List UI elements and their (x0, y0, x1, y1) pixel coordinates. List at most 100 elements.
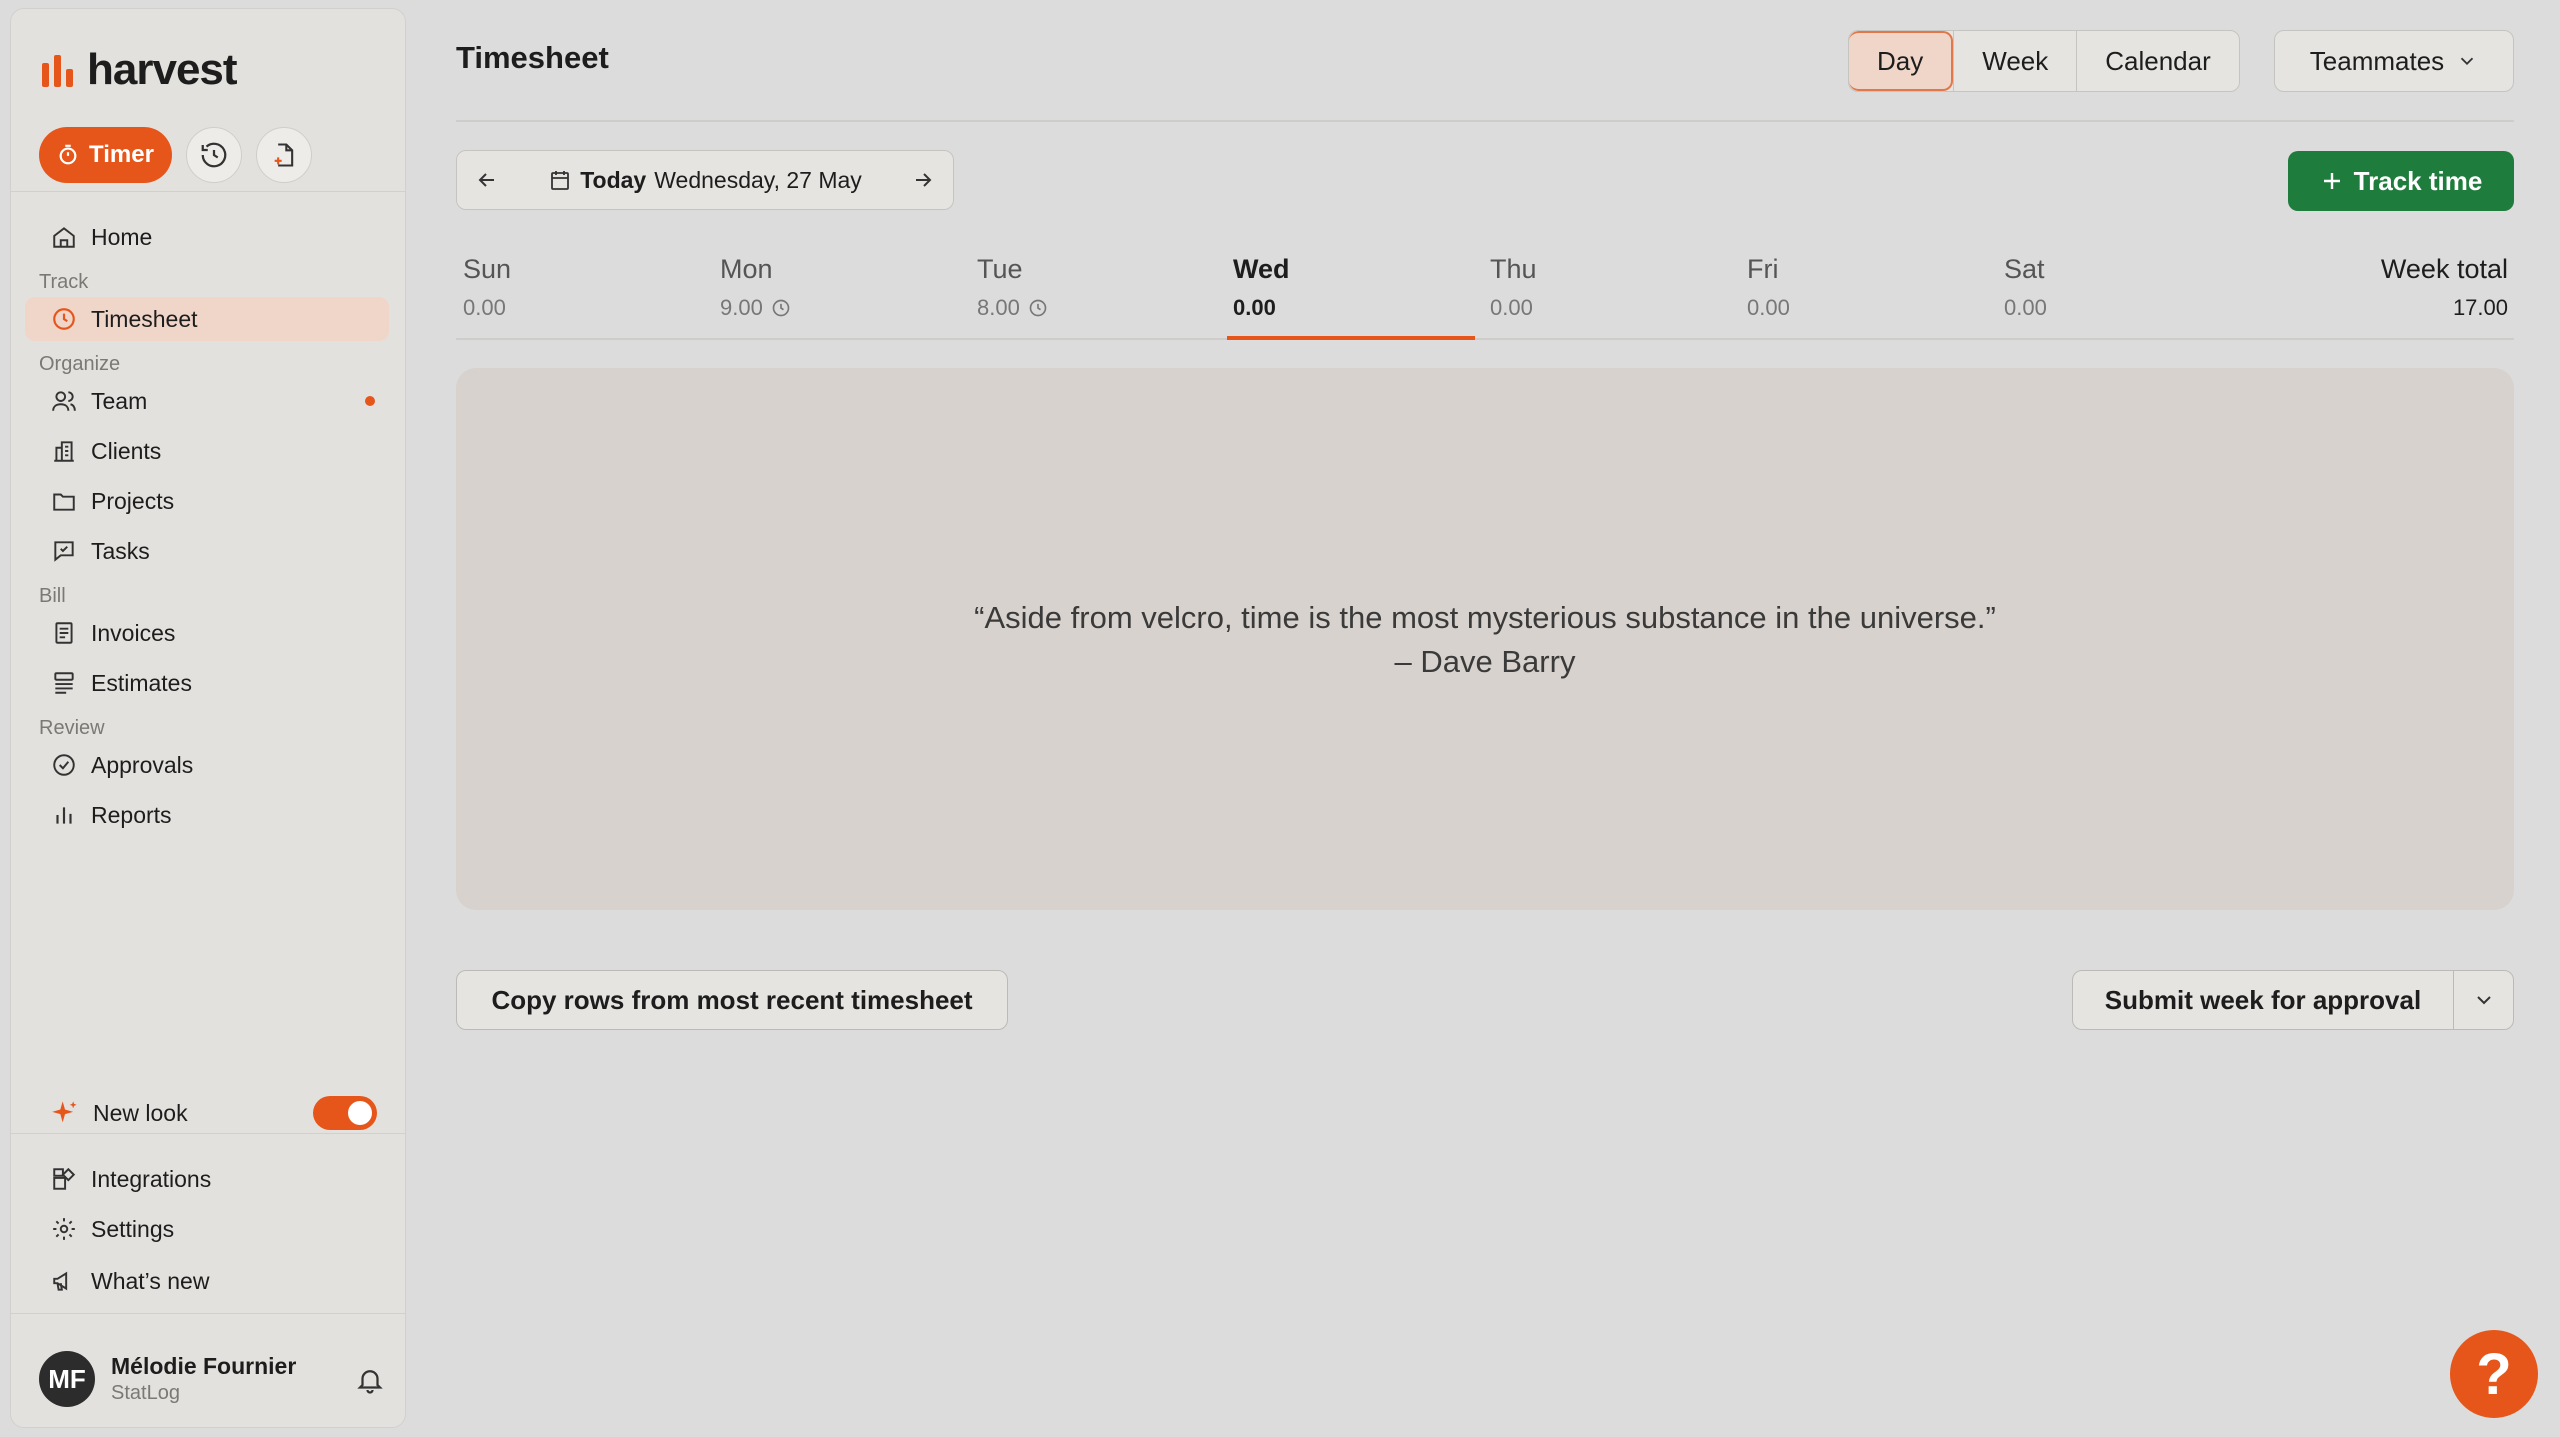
divider (11, 1133, 405, 1134)
megaphone-icon (53, 1271, 68, 1291)
quote-author: – Dave Barry (1394, 644, 1576, 679)
date-navigator: Today Wednesday, 27 May (456, 150, 954, 210)
sidebar-item-team[interactable]: Team (25, 379, 389, 423)
sidebar-item-label: Integrations (91, 1165, 212, 1192)
sidebar-item-estimates[interactable]: Estimates (25, 661, 389, 705)
section-review: Review (39, 717, 105, 739)
sparkle-icon (52, 1101, 77, 1123)
sidebar-item-timesheet[interactable]: Timesheet (25, 297, 389, 341)
track-time-label: Track time (2353, 165, 2483, 196)
harvest-logo[interactable]: harvest (41, 45, 238, 95)
day-tab-fri[interactable]: Fri 0.00 (1747, 254, 1790, 321)
divider (456, 338, 2514, 340)
quick-actions: Timer (39, 127, 312, 183)
arrow-right-icon (916, 173, 932, 187)
sidebar-item-label: Timesheet (91, 305, 198, 332)
week-total-hours: 17.00 (2452, 295, 2508, 320)
clock-icon (1029, 299, 1047, 317)
sidebar-item-invoices[interactable]: Invoices (25, 611, 389, 655)
previous-day-button[interactable] (457, 168, 517, 192)
day-name: Fri (1747, 254, 1779, 284)
sidebar-item-tasks[interactable]: Tasks (25, 529, 389, 573)
week-total: Week total 17.00 (2381, 254, 2508, 321)
recent-time-button[interactable] (185, 127, 242, 183)
selected-day-indicator (1227, 336, 1475, 340)
chevron-down-icon (2476, 996, 2491, 1005)
day-name: Thu (1490, 254, 1537, 284)
sidebar-item-label: Home (91, 223, 153, 250)
sidebar-item-label: Invoices (91, 619, 176, 646)
current-date: Wednesday, 27 May (654, 166, 862, 193)
home-icon (53, 227, 75, 248)
sidebar-item-approvals[interactable]: Approvals (25, 743, 389, 787)
check-circle-icon (53, 754, 75, 776)
arrow-left-icon (478, 173, 494, 187)
date-picker[interactable]: Today Wednesday, 27 May (517, 167, 893, 194)
clock-icon (772, 299, 790, 317)
day-hours: 9.00 (720, 295, 763, 320)
sidebar-item-home[interactable]: Home (25, 215, 389, 259)
day-hours: 8.00 (977, 295, 1020, 320)
sidebar-item-whats-new[interactable]: What’s new (25, 1259, 389, 1303)
day-tab-sat[interactable]: Sat 0.00 (2004, 254, 2047, 321)
day-name: Sat (2004, 254, 2045, 284)
sidebar-item-label: Reports (91, 801, 172, 828)
empty-state-quote: “Aside from velcro, time is the most mys… (456, 596, 2514, 684)
day-hours: 0.00 (463, 295, 506, 320)
integrations-icon (53, 1167, 76, 1190)
day-name: Wed (1233, 254, 1290, 284)
sidebar-item-label: Estimates (91, 669, 192, 696)
estimate-icon (54, 672, 74, 694)
notification-dot (365, 396, 375, 406)
sidebar: harvest Timer Home Track Timesheet Organ… (10, 8, 406, 1428)
sidebar-item-label: Clients (91, 437, 162, 464)
day-tab-thu[interactable]: Thu 0.00 (1490, 254, 1537, 321)
chevron-down-icon (2461, 57, 2474, 66)
sidebar-item-reports[interactable]: Reports (25, 793, 389, 837)
avatar: MF (39, 1351, 95, 1407)
sidebar-item-projects[interactable]: Projects (25, 479, 389, 523)
sidebar-item-label: Settings (91, 1215, 175, 1242)
sidebar-item-settings[interactable]: Settings (25, 1207, 389, 1251)
view-switcher: Day Week Calendar (1848, 30, 2240, 92)
day-tab-tue[interactable]: Tue 8.00 (977, 254, 1048, 321)
help-button[interactable]: ? (2450, 1330, 2538, 1418)
sidebar-item-label: What’s new (91, 1267, 210, 1294)
sidebar-item-integrations[interactable]: Integrations (25, 1157, 389, 1201)
calendar-icon (551, 171, 570, 190)
copy-rows-button[interactable]: Copy rows from most recent timesheet (456, 970, 1008, 1030)
invoice-icon (55, 622, 73, 644)
timer-button[interactable]: Timer (39, 127, 172, 183)
user-info: Mélodie Fournier StatLog (111, 1353, 296, 1405)
day-hours: 0.00 (1490, 295, 1533, 320)
page-title: Timesheet (456, 40, 609, 75)
add-expense-button[interactable] (255, 127, 312, 183)
plus-icon (2323, 173, 2340, 189)
teammates-dropdown[interactable]: Teammates (2274, 30, 2514, 92)
day-tab-mon[interactable]: Mon 9.00 (720, 254, 791, 321)
day-name: Mon (720, 254, 773, 284)
submit-week-group: Submit week for approval (2072, 970, 2514, 1030)
user-profile[interactable]: MF Mélodie Fournier StatLog (39, 1351, 296, 1407)
submit-week-button[interactable]: Submit week for approval (2073, 971, 2453, 1029)
submit-options-button[interactable] (2453, 971, 2513, 1029)
divider (11, 1313, 405, 1314)
section-bill: Bill (39, 585, 66, 607)
clock-icon (53, 308, 75, 330)
view-day-button[interactable]: Day (1849, 31, 1954, 91)
sidebar-item-clients[interactable]: Clients (25, 429, 389, 473)
view-week-button[interactable]: Week (1953, 31, 2076, 91)
section-organize: Organize (39, 353, 121, 375)
view-calendar-button[interactable]: Calendar (2076, 31, 2239, 91)
next-day-button[interactable] (893, 168, 953, 192)
day-tab-wed[interactable]: Wed 0.00 (1233, 254, 1290, 321)
building-icon (54, 441, 74, 462)
day-tab-sun[interactable]: Sun 0.00 (463, 254, 511, 321)
track-time-button[interactable]: Track time (2288, 151, 2514, 211)
bar-chart-icon (56, 807, 72, 824)
day-hours: 0.00 (1747, 295, 1790, 320)
new-look-toggle[interactable] (313, 1096, 377, 1130)
day-name: Sun (463, 254, 512, 284)
user-org: StatLog (111, 1382, 180, 1404)
bell-icon[interactable] (355, 1365, 385, 1395)
